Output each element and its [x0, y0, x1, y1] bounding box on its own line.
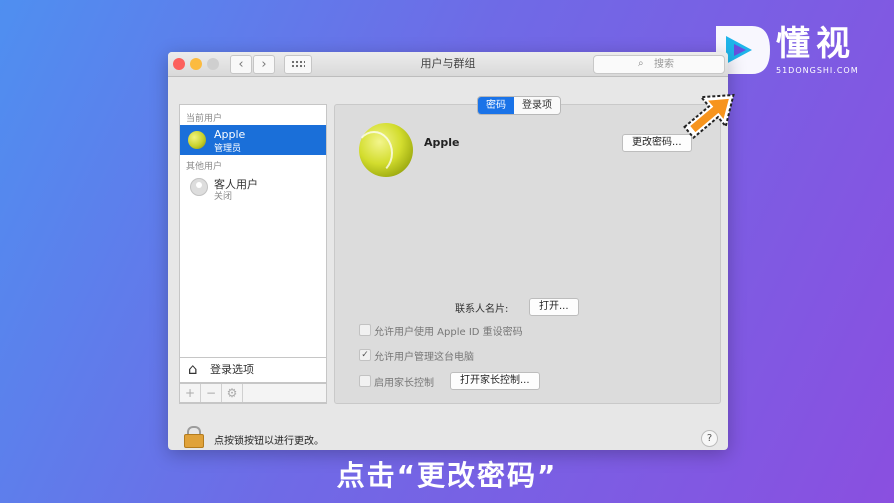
detail-tabs: 密码 登录项 [477, 96, 561, 115]
tab-password[interactable]: 密码 [478, 97, 514, 114]
action-gear-button[interactable]: ⚙ [222, 384, 243, 402]
brand-domain: 51DONGSHI.COM [776, 66, 859, 75]
title-bar: ‹ › 用户与群组 ⌕ 搜索 [168, 52, 728, 77]
instruction-caption: 点击“更改密码” [336, 459, 558, 492]
login-options-item[interactable]: ⌂ 登录选项 [179, 357, 327, 383]
user-item-apple[interactable]: Apple 管理员 [180, 125, 326, 155]
reset-apple-id-checkbox[interactable] [359, 324, 371, 336]
user-item-role: 关闭 [214, 192, 233, 202]
user-item-name: Apple [214, 128, 246, 141]
add-user-button[interactable]: + [180, 384, 201, 402]
user-list-toolbar: + − ⚙ [179, 383, 327, 403]
tennis-ball-avatar [188, 131, 206, 149]
brand-name: 懂视 [776, 24, 856, 64]
user-item-guest[interactable]: 客人用户 关闭 [180, 173, 326, 203]
arrow-pointer-icon [683, 93, 735, 140]
brand-logo: 懂视 51DONGSHI.COM [712, 22, 882, 78]
open-contact-card-button[interactable]: 打开... [529, 298, 579, 316]
admin-checkbox[interactable]: ✓ [359, 349, 371, 361]
option-label: 允许用户使用 Apple ID 重设密码 [374, 327, 523, 338]
contact-card-label: 联系人名片: [455, 304, 509, 315]
help-button[interactable]: ? [701, 430, 718, 447]
lock-hint: 点按锁按钮以进行更改。 [214, 436, 324, 447]
current-users-header: 当前用户 [186, 114, 223, 124]
user-item-role: 管理员 [214, 144, 242, 154]
tab-login-items[interactable]: 登录项 [514, 97, 560, 114]
gear-icon: ⚙ [226, 386, 238, 400]
search-placeholder: 搜索 [654, 59, 674, 70]
detail-user-name: Apple [424, 136, 460, 149]
other-users-header: 其他用户 [186, 162, 223, 172]
open-parental-controls-button[interactable]: 打开家长控制... [450, 372, 540, 390]
users-groups-window: ‹ › 用户与群组 ⌕ 搜索 当前用户 Apple 管理员 其他用户 客人用户 … [168, 52, 728, 450]
user-avatar[interactable] [355, 123, 413, 177]
login-options-label: 登录选项 [210, 363, 254, 376]
option-label: 允许用户管理这台电脑 [374, 352, 474, 363]
parental-controls-checkbox[interactable] [359, 375, 371, 387]
lock-icon[interactable] [182, 426, 204, 448]
search-icon: ⌕ [638, 58, 644, 69]
guest-user-icon [190, 178, 208, 196]
remove-user-button[interactable]: − [201, 384, 222, 402]
search-field[interactable]: ⌕ 搜索 [593, 55, 725, 74]
house-icon: ⌂ [188, 360, 198, 378]
option-label: 启用家长控制 [374, 378, 434, 389]
